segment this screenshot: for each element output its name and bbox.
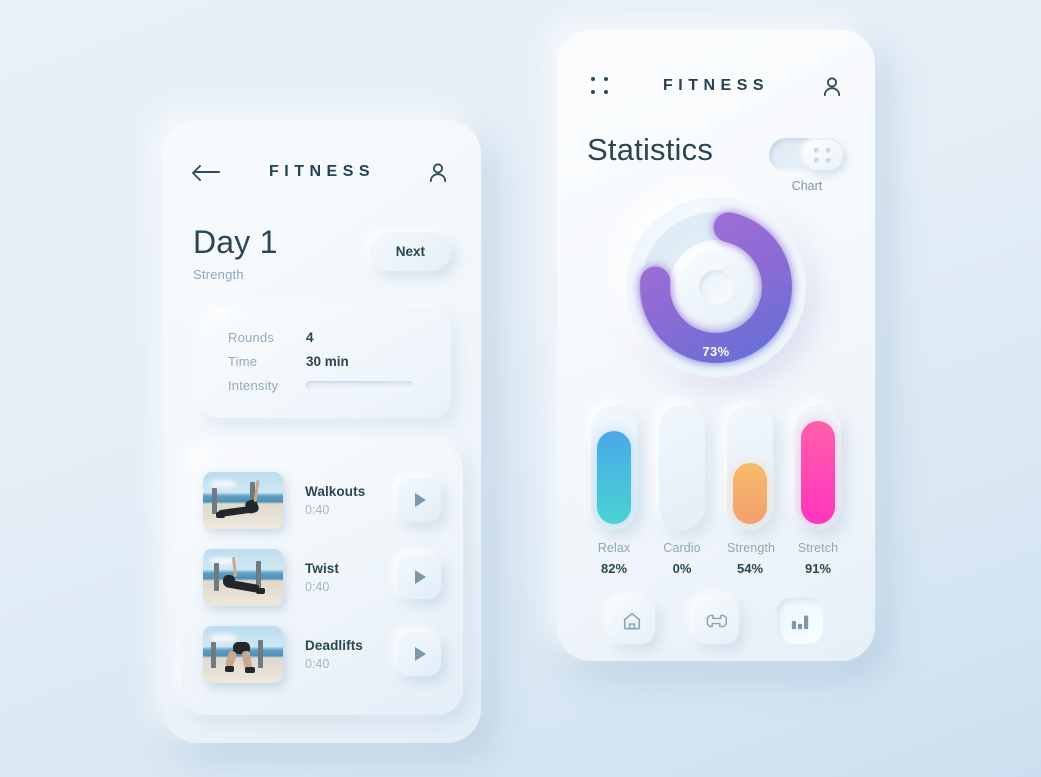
profile-button[interactable]: [423, 157, 453, 187]
day-title: Day 1: [193, 224, 278, 260]
person-icon: [823, 76, 841, 96]
play-icon: [415, 570, 426, 585]
bar-value-label: 82%: [600, 561, 628, 576]
bar-category-label: Stretch: [797, 541, 839, 555]
back-button[interactable]: [191, 157, 221, 187]
bar-category-label: Strength: [727, 541, 776, 555]
stat-value-time-text: 30 min: [306, 354, 349, 370]
exercise-row-twist[interactable]: Twist 0:40: [181, 539, 463, 616]
exercise-row-walkouts[interactable]: Walkouts 0:40: [181, 462, 463, 539]
stat-label-time: Time: [228, 354, 258, 370]
donut-chart-wrap: 73%: [557, 197, 875, 377]
page-title: Statistics: [587, 132, 714, 167]
bar-track: [727, 405, 773, 530]
play-icon: [415, 647, 426, 662]
home-icon: [623, 612, 641, 630]
next-button[interactable]: Next: [369, 232, 451, 271]
nav-home-button[interactable]: [609, 598, 655, 644]
chart-toggle-group: Chart: [769, 138, 845, 193]
person-icon: [429, 162, 447, 182]
bar-value-label: 54%: [736, 561, 764, 576]
profile-button[interactable]: [817, 71, 847, 101]
statistics-header-row: Statistics Chart: [557, 132, 875, 193]
bar-fill: [597, 431, 631, 524]
exercise-list-card: Walkouts 0:40 Twist 0:40 Deadlifts 0:40: [181, 443, 463, 715]
donut-percent-label: 73%: [702, 344, 730, 359]
stat-row-time: Time 30 min: [200, 350, 451, 374]
chart-toggle[interactable]: [769, 138, 845, 172]
exercise-name: Twist: [305, 560, 339, 576]
stat-label-intensity: Intensity: [228, 378, 279, 394]
bar-category-label: Relax: [597, 541, 631, 555]
play-button[interactable]: [397, 555, 441, 600]
bar-chart-icon: [791, 615, 809, 630]
bar-value-label: 91%: [804, 561, 832, 576]
bottom-nav: [557, 598, 875, 644]
bar-column-stretch[interactable]: Stretch 91%: [795, 405, 841, 576]
bar-track: [659, 405, 705, 530]
exercise-name: Deadlifts: [305, 637, 363, 653]
bar-fill: [733, 463, 767, 524]
bar-category-label: Cardio: [663, 541, 701, 555]
workout-stats-card: Rounds 4 Time 30 min Intensity: [200, 307, 451, 418]
workout-screen-card: FITNESS Day 1 Strength Next Rounds 4 Tim…: [163, 120, 481, 743]
intensity-slider[interactable]: [306, 381, 414, 391]
exercise-info: Deadlifts 0:40: [283, 638, 397, 671]
exercise-thumbnail: [203, 471, 283, 529]
dumbbell-icon: [706, 614, 728, 628]
chart-toggle-label: Chart: [791, 179, 823, 193]
exercise-thumbnail: [203, 625, 283, 683]
stat-row-intensity: Intensity: [200, 374, 451, 398]
left-app-header: FITNESS: [163, 148, 481, 196]
menu-button[interactable]: [585, 71, 615, 101]
nav-statistics-button[interactable]: [777, 598, 823, 644]
day-header-row: Day 1 Strength Next: [163, 224, 481, 282]
stat-row-rounds: Rounds 4: [200, 326, 451, 350]
right-app-header: FITNESS: [557, 62, 875, 110]
exercise-duration: 0:40: [305, 579, 330, 594]
back-arrow-icon: [192, 164, 220, 180]
bar-track: [591, 405, 637, 530]
day-subtitle: Strength: [193, 266, 244, 282]
right-app-title: FITNESS: [662, 77, 770, 94]
donut-chart[interactable]: 73%: [626, 197, 806, 377]
bar-value-label: 0%: [672, 561, 692, 576]
statistics-screen-card: FITNESS Statistics Chart 73% Relax 82% C…: [557, 30, 875, 661]
bar-fill: [801, 421, 835, 524]
exercise-info: Walkouts 0:40: [283, 484, 397, 517]
bar-track: [795, 405, 841, 530]
play-button[interactable]: [397, 632, 441, 677]
day-title-group: Day 1 Strength: [193, 224, 278, 282]
nav-workout-button[interactable]: [693, 598, 739, 644]
stat-value-rounds: 4: [306, 330, 314, 346]
exercise-duration: 0:40: [305, 656, 330, 671]
bar-column-strength[interactable]: Strength 54%: [727, 405, 776, 576]
bar-column-relax[interactable]: Relax 82%: [591, 405, 637, 576]
bar-column-cardio[interactable]: Cardio 0%: [659, 405, 705, 576]
activity-bar-chart: Relax 82% Cardio 0% Strength 54% Stretch…: [557, 405, 875, 576]
exercise-thumbnail: [203, 548, 283, 606]
left-app-title: FITNESS: [268, 163, 376, 180]
dots-grid-icon: [591, 77, 609, 95]
exercise-name: Walkouts: [305, 483, 366, 499]
exercise-info: Twist 0:40: [283, 561, 397, 594]
stat-label-rounds: Rounds: [228, 330, 275, 346]
play-button[interactable]: [397, 478, 441, 523]
four-dots-icon: [803, 140, 843, 170]
exercise-duration: 0:40: [305, 502, 330, 517]
play-icon: [415, 493, 426, 508]
exercise-row-deadlifts[interactable]: Deadlifts 0:40: [181, 616, 463, 693]
